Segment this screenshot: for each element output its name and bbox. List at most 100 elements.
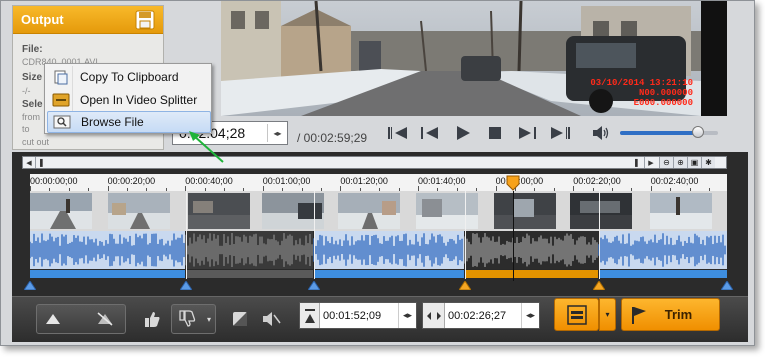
timeline-ruler[interactable]: 00:00:00;00 00:00:20;00 00:00:40;00 00:01:0… <box>30 174 727 191</box>
menu-item-open-in-video-splitter[interactable]: Open In Video Splitter <box>47 89 211 111</box>
timeline-scrollbar[interactable]: ◀ ❚ ❚ ▶ ⊖ ⊕ ▣ ✱ <box>22 156 727 169</box>
kept-segment-bar[interactable] <box>314 270 464 278</box>
previous-frame-button[interactable] <box>417 122 443 144</box>
audio-waveform <box>29 231 727 269</box>
go-to-end-button[interactable] <box>547 122 573 144</box>
trim-button[interactable]: Trim <box>621 298 720 331</box>
thumbnail <box>188 193 250 229</box>
next-frame-button[interactable] <box>514 122 540 144</box>
video-timestamp-overlay: 03/10/2014 13:21:10 N00.000000 E000.0000… <box>590 78 693 108</box>
zoom-in-icon[interactable]: ⊕ <box>673 157 687 168</box>
menu-item-label: Copy To Clipboard <box>80 70 179 84</box>
remove-marker-button[interactable] <box>93 304 117 334</box>
timestamp-lat: N00.000000 <box>638 88 693 98</box>
add-marker-button[interactable] <box>41 304 65 334</box>
invert-selection-button[interactable] <box>228 304 252 334</box>
flag-icon <box>632 306 646 324</box>
thumbnail <box>416 193 478 229</box>
zoom-full-icon[interactable]: ✱ <box>701 157 715 168</box>
selection-start-marker[interactable] <box>459 281 471 290</box>
scroll-thumb-right-grip[interactable]: ❚ <box>633 158 640 167</box>
selected-segment-bar[interactable] <box>465 270 598 278</box>
segment-marker[interactable] <box>721 281 733 290</box>
thumbs-down-icon <box>179 310 196 327</box>
selection-track[interactable] <box>30 269 727 279</box>
timestamp-lon: E000.000000 <box>633 98 693 108</box>
remove-segment-button[interactable] <box>174 304 200 334</box>
save-icon[interactable] <box>135 10 155 30</box>
ruler-tick-label: 00:02:40;00 <box>650 176 699 186</box>
stop-button[interactable] <box>482 122 508 144</box>
thumbnail <box>650 193 712 229</box>
split-options-button[interactable] <box>554 298 599 331</box>
ruler-tick-label: 00:01:40;00 <box>418 176 466 186</box>
segment-divider <box>314 191 315 279</box>
timestamp-date: 03/10/2014 13:21:10 <box>590 78 693 88</box>
scroll-left-arrow[interactable]: ◀ <box>23 157 36 168</box>
file-label: File: <box>22 44 43 55</box>
go-to-start-icon <box>388 127 407 139</box>
split-options-dropdown[interactable]: ▾ <box>599 298 616 331</box>
selection-cut: cut out <box>22 137 50 147</box>
thumbnail-track[interactable] <box>30 191 727 231</box>
segment-divider <box>465 191 466 279</box>
video-letterbox <box>701 1 727 116</box>
split-icon <box>566 304 587 325</box>
previous-frame-icon <box>421 127 438 139</box>
thumbnail <box>30 193 92 229</box>
selection-to: to <box>22 124 30 134</box>
selection-start-time-input[interactable]: 00:01:52;09 ◂▸ <box>299 302 417 329</box>
play-icon <box>457 126 470 140</box>
selection-end-marker[interactable] <box>593 281 605 290</box>
thumbs-up-icon <box>145 312 160 327</box>
invert-icon <box>233 312 247 326</box>
duration-icon <box>423 303 445 328</box>
end-time-spinner[interactable]: ◂▸ <box>521 303 539 328</box>
scroll-thumb-left-grip[interactable]: ❚ <box>38 158 45 167</box>
go-to-start-button[interactable] <box>385 122 411 144</box>
end-time-value[interactable]: 00:02:26;27 <box>445 310 521 322</box>
thumbnail <box>338 193 400 229</box>
volume-slider[interactable] <box>620 126 718 138</box>
output-title: Output <box>21 12 64 27</box>
total-duration: / 00:02:59;29 <box>297 131 368 145</box>
volume-icon[interactable] <box>592 125 610 141</box>
kept-segment-bar[interactable] <box>599 270 727 278</box>
start-time-value[interactable]: 00:01:52;09 <box>320 310 398 322</box>
segment-marker[interactable] <box>24 281 36 290</box>
video-preview[interactable]: 03/10/2014 13:21:10 N00.000000 E000.0000… <box>221 1 701 116</box>
mute-audio-button[interactable] <box>260 304 284 334</box>
ruler-tick-label: 00:02:20;00 <box>573 176 621 186</box>
volume-thumb[interactable] <box>692 126 705 138</box>
playhead-marker[interactable] <box>506 175 520 191</box>
zoom-out-icon[interactable]: ⊖ <box>659 157 673 168</box>
ruler-tick-label: 00:01:00;00 <box>262 176 311 186</box>
thumbnail <box>108 193 170 229</box>
segment-divider <box>599 191 600 279</box>
time-spinner[interactable]: ◂▸ <box>267 124 287 142</box>
removed-segment-bar[interactable] <box>186 270 313 278</box>
play-button[interactable] <box>450 122 476 144</box>
audio-waveform-track[interactable] <box>29 231 727 269</box>
thumbnail <box>570 193 632 229</box>
size-value: -/- <box>22 86 31 96</box>
playhead-line <box>513 191 514 281</box>
go-to-end-icon <box>551 127 570 139</box>
selection-end-time-input[interactable]: 00:02:26;27 ◂▸ <box>422 302 540 329</box>
menu-item-label: Open In Video Splitter <box>80 93 198 107</box>
scroll-right-arrow[interactable]: ▶ <box>644 157 657 168</box>
mute-icon <box>263 312 281 326</box>
start-time-spinner[interactable]: ◂▸ <box>398 303 416 328</box>
menu-item-label: Browse File <box>81 115 144 129</box>
start-time-icon <box>300 303 320 328</box>
ruler-tick-label: 00:01:20;00 <box>340 176 388 186</box>
zoom-fit-icon[interactable]: ▣ <box>687 157 701 168</box>
video-trimmer-window: 03/10/2014 13:21:10 N00.000000 E000.0000… <box>0 0 755 346</box>
segment-marker[interactable] <box>180 281 192 290</box>
remove-segment-dropdown[interactable]: ▾ <box>203 304 215 334</box>
kept-segment-bar[interactable] <box>30 270 185 278</box>
segment-marker[interactable] <box>308 281 320 290</box>
menu-item-copy-to-clipboard[interactable]: Copy To Clipboard <box>47 66 211 88</box>
keep-segment-button[interactable] <box>139 304 165 334</box>
video-splitter-icon <box>50 91 72 109</box>
